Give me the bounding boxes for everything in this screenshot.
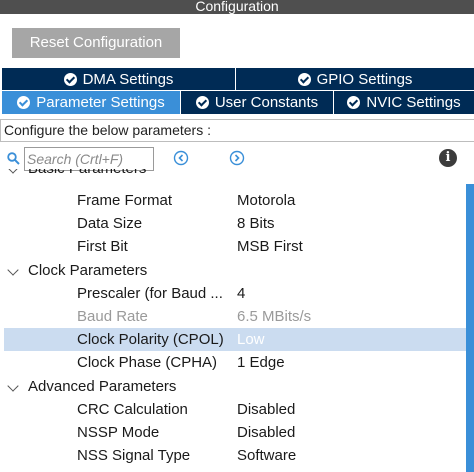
tab-label: GPIO Settings xyxy=(316,70,413,88)
param-frame-format[interactable]: Frame Format Motorola xyxy=(4,189,466,212)
search-icon xyxy=(7,152,20,165)
param-value: 6.5 MBits/s xyxy=(237,308,312,325)
param-name: CRC Calculation xyxy=(77,401,188,418)
group-clock-parameters[interactable]: Clock Parameters xyxy=(4,259,466,282)
check-circle-icon xyxy=(63,72,77,86)
configure-label: Configure the below parameters : xyxy=(0,119,474,142)
search-previous-icon[interactable] xyxy=(173,150,189,166)
param-prescaler[interactable]: Prescaler (for Baud ... 4 xyxy=(4,282,466,305)
param-data-size[interactable]: Data Size 8 Bits xyxy=(4,212,466,235)
param-value: Motorola xyxy=(237,192,296,209)
search-next-icon[interactable] xyxy=(229,150,245,166)
param-name: Baud Rate xyxy=(77,308,148,325)
check-circle-icon xyxy=(297,72,311,86)
param-name: Clock Polarity (CPOL) xyxy=(77,331,224,348)
info-icon[interactable]: i xyxy=(439,149,457,167)
chevron-down-icon xyxy=(7,169,19,174)
param-name: NSSP Mode xyxy=(77,424,160,441)
group-basic-parameters[interactable]: Basic Parameters xyxy=(4,169,466,180)
tab-dma-settings[interactable]: DMA Settings xyxy=(2,68,236,90)
param-name: NSS Signal Type xyxy=(77,447,191,464)
check-circle-icon xyxy=(347,96,361,109)
param-name: Data Size xyxy=(77,215,143,232)
search-input[interactable] xyxy=(24,147,154,171)
chevron-down-icon xyxy=(7,264,19,276)
group-label: Advanced Parameters xyxy=(28,378,177,395)
vertical-scrollbar[interactable] xyxy=(466,184,474,472)
tab-label: NVIC Settings xyxy=(366,94,461,111)
param-name: First Bit xyxy=(77,238,128,255)
param-value: Disabled xyxy=(237,401,296,418)
param-clock-phase[interactable]: Clock Phase (CPHA) 1 Edge xyxy=(4,351,466,374)
group-advanced-parameters[interactable]: Advanced Parameters xyxy=(4,375,466,398)
reset-configuration-button[interactable]: Reset Configuration xyxy=(12,28,180,58)
tab-label: User Constants xyxy=(214,94,319,111)
param-value: Software xyxy=(237,447,297,464)
param-nssp-mode[interactable]: NSSP Mode Disabled xyxy=(4,421,466,444)
group-label: Clock Parameters xyxy=(28,262,148,279)
param-clock-polarity[interactable]: Clock Polarity (CPOL) Low xyxy=(4,328,466,351)
param-name: Prescaler (for Baud ... xyxy=(77,285,223,302)
tab-parameter-settings[interactable]: Parameter Settings xyxy=(2,91,181,114)
param-nss-signal-type[interactable]: NSS Signal Type Software xyxy=(4,444,466,467)
check-circle-icon xyxy=(17,96,31,109)
tab-gpio-settings[interactable]: GPIO Settings xyxy=(236,68,474,90)
param-value: MSB First xyxy=(237,238,303,255)
tab-user-constants[interactable]: User Constants xyxy=(181,91,334,114)
tab-label: Parameter Settings xyxy=(36,94,165,111)
param-name: Clock Phase (CPHA) xyxy=(77,354,218,371)
chevron-down-icon xyxy=(7,380,19,392)
param-baud-rate: Baud Rate 6.5 MBits/s xyxy=(4,305,466,328)
tab-nvic-settings[interactable]: NVIC Settings xyxy=(334,91,474,114)
param-crc-calculation[interactable]: CRC Calculation Disabled xyxy=(4,398,466,421)
check-circle-icon xyxy=(195,96,209,109)
group-label: Basic Parameters xyxy=(28,169,146,180)
param-first-bit[interactable]: First Bit MSB First xyxy=(4,235,466,258)
tab-label: DMA Settings xyxy=(82,70,174,88)
tab-row-bottom: Parameter Settings User Constants NVIC S… xyxy=(2,91,474,114)
window-title: Configuration xyxy=(0,0,474,14)
tab-row-top: DMA Settings GPIO Settings xyxy=(2,68,474,90)
param-name: Frame Format xyxy=(77,192,173,209)
param-value[interactable]: Low xyxy=(237,328,265,351)
parameter-tree: Basic Parameters Frame Format Motorola D… xyxy=(0,169,466,472)
param-value: 8 Bits xyxy=(237,215,275,232)
param-value: 4 xyxy=(237,285,246,302)
param-value: Disabled xyxy=(237,424,296,441)
param-value: 1 Edge xyxy=(237,354,285,371)
